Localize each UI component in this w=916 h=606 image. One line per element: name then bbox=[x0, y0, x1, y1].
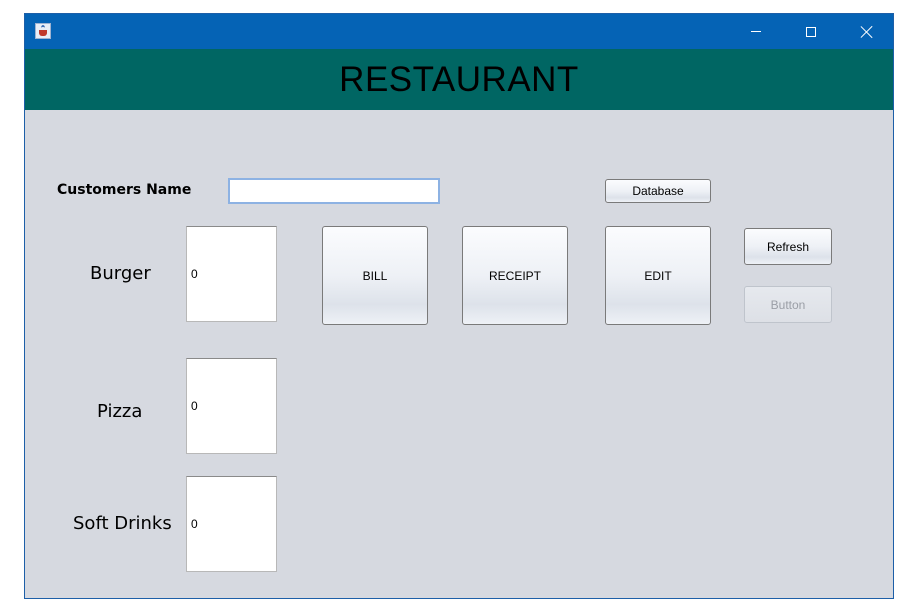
maximize-icon bbox=[806, 26, 816, 37]
close-icon bbox=[861, 26, 873, 38]
minimize-icon bbox=[751, 31, 761, 32]
burger-label: Burger bbox=[90, 263, 151, 284]
pizza-quantity-field[interactable]: 0 bbox=[186, 358, 277, 454]
bill-button[interactable]: BILL bbox=[322, 226, 428, 325]
receipt-button[interactable]: RECEIPT bbox=[462, 226, 568, 325]
minimize-button[interactable] bbox=[733, 14, 779, 49]
soft-drinks-label: Soft Drinks bbox=[73, 513, 172, 534]
database-button[interactable]: Database bbox=[605, 179, 711, 203]
title-bar[interactable] bbox=[25, 14, 893, 49]
burger-quantity-field[interactable]: 0 bbox=[186, 226, 277, 322]
java-cup-icon[interactable] bbox=[35, 23, 51, 39]
maximize-button[interactable] bbox=[788, 14, 834, 49]
header-banner: RESTAURANT bbox=[25, 49, 893, 110]
app-window: RESTAURANT Customers Name Database Burge… bbox=[24, 13, 894, 599]
close-button[interactable] bbox=[844, 14, 890, 49]
pizza-label: Pizza bbox=[97, 401, 143, 422]
page-title: RESTAURANT bbox=[339, 59, 579, 99]
customer-name-input[interactable] bbox=[228, 178, 440, 204]
soft-drinks-quantity-field[interactable]: 0 bbox=[186, 476, 277, 572]
customer-name-label: Customers Name bbox=[57, 182, 192, 198]
refresh-button[interactable]: Refresh bbox=[744, 228, 832, 265]
disabled-button: Button bbox=[744, 286, 832, 323]
edit-button[interactable]: EDIT bbox=[605, 226, 711, 325]
